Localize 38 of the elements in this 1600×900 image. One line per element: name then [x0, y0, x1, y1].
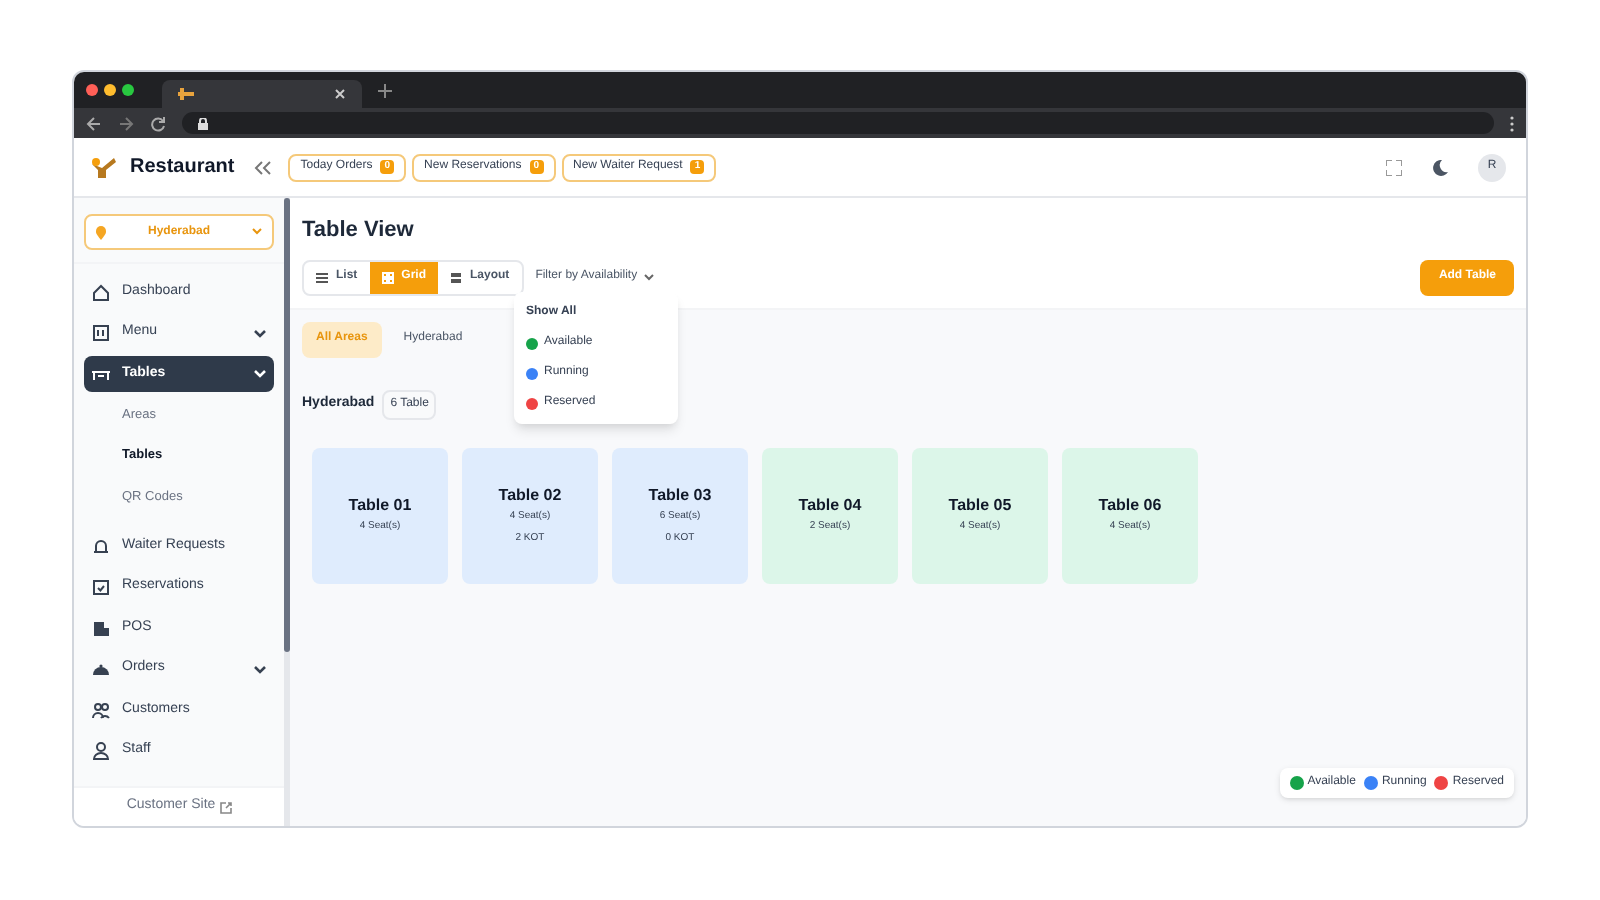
- house-icon: [92, 283, 110, 301]
- grid-icon: [381, 271, 394, 283]
- cloche-icon: [92, 660, 110, 678]
- forward-icon[interactable]: [118, 115, 134, 131]
- fullscreen-icon[interactable]: [1386, 159, 1402, 175]
- collapse-icon[interactable]: [254, 159, 273, 175]
- plus-icon[interactable]: [378, 83, 392, 97]
- calendar-icon: [92, 578, 110, 596]
- people-icon: [92, 701, 110, 719]
- pos-icon: [92, 619, 110, 637]
- table-icon: [92, 365, 110, 383]
- menu-book-icon: [92, 324, 110, 342]
- chevron-down-icon: [254, 370, 266, 378]
- layout-icon: [450, 271, 463, 283]
- table-name: Table 01: [348, 494, 412, 519]
- reload-icon[interactable]: [150, 115, 166, 131]
- table-name: Table 05: [948, 494, 1012, 519]
- pin-icon: [96, 225, 106, 239]
- chevron-down-icon: [252, 228, 262, 236]
- table-name: Table 04: [798, 494, 862, 519]
- close-icon[interactable]: [334, 88, 346, 100]
- person-icon: [92, 742, 110, 760]
- table-name: Table 06: [1098, 494, 1162, 519]
- chevron-down-icon: [254, 329, 266, 337]
- bell-icon: [92, 537, 110, 555]
- chevron-down-icon: [643, 273, 654, 281]
- external-link-icon: [219, 801, 232, 813]
- list-icon: [316, 271, 328, 283]
- table-name: Table 02: [498, 484, 562, 508]
- moon-icon[interactable]: [1432, 159, 1448, 175]
- chevron-down-icon: [254, 665, 266, 673]
- lock-icon: [198, 117, 208, 129]
- back-icon[interactable]: [86, 115, 102, 131]
- browser-tab[interactable]: [162, 80, 362, 108]
- table-name: Table 03: [648, 484, 712, 508]
- window-controls-icon[interactable]: [86, 84, 138, 96]
- page-title: Table View: [302, 216, 416, 246]
- brand-name: Restaurant: [130, 154, 235, 182]
